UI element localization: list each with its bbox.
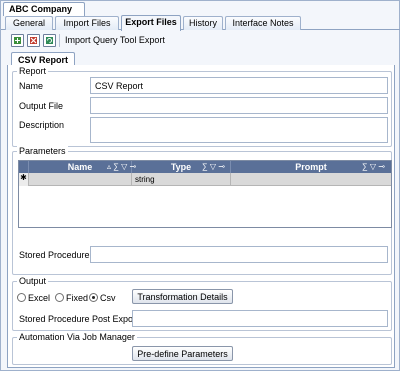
csv-radio[interactable]: [89, 293, 98, 302]
csv-report-panel: Report Name CSV Report Output File Descr…: [7, 65, 395, 368]
column-header-name[interactable]: Name ▵ ∑ ▽ ⊸: [29, 161, 136, 173]
grid-header: Name ▵ ∑ ▽ ⊸ Type ∑ ▽ ⊸ Prompt ∑ ▽ ⊸: [19, 161, 391, 173]
transformation-details-button[interactable]: Transformation Details: [132, 289, 233, 304]
output-file-label: Output File: [19, 101, 64, 111]
column-header-prompt[interactable]: Prompt ∑ ▽ ⊸: [231, 161, 391, 173]
new-row-icon: ✱: [19, 173, 29, 186]
description-label: Description: [19, 120, 65, 130]
cell-name[interactable]: [29, 173, 132, 186]
sub-tabs: CSV Report: [7, 51, 395, 67]
parameters-group-label: Parameters: [17, 146, 68, 156]
type-column-tools-icon[interactable]: ∑ ▽ ⊸: [202, 162, 225, 171]
excel-radio[interactable]: [17, 293, 26, 302]
main-tabs: General Import Files Export Files Histor…: [1, 15, 400, 31]
company-tab[interactable]: ABC Company: [3, 2, 85, 16]
tab-interface-notes[interactable]: Interface Notes: [225, 16, 301, 30]
column-type-label: Type: [170, 162, 192, 172]
main-window: ABC Company General Import Files Export …: [0, 0, 400, 371]
output-group: Output Excel Fixed Csv Transformation De…: [12, 276, 392, 331]
fixed-radio[interactable]: [55, 293, 64, 302]
csv-label[interactable]: Csv: [100, 293, 116, 303]
column-header-type[interactable]: Type ∑ ▽ ⊸: [132, 161, 231, 173]
prompt-column-tools-icon[interactable]: ∑ ▽ ⊸: [362, 162, 385, 171]
cell-type[interactable]: string: [132, 173, 231, 186]
description-field[interactable]: [90, 117, 388, 143]
automation-group-label: Automation Via Job Manager: [17, 332, 137, 342]
report-group: Report Name CSV Report Output File Descr…: [12, 66, 392, 147]
output-group-label: Output: [17, 276, 49, 286]
name-field[interactable]: CSV Report: [90, 77, 388, 94]
stored-procedure-label: Stored Procedure: [19, 250, 90, 260]
predefine-parameters-button[interactable]: Pre-define Parameters: [132, 346, 233, 361]
cell-prompt[interactable]: [231, 173, 391, 186]
refresh-icon[interactable]: [43, 34, 56, 47]
fixed-label[interactable]: Fixed: [66, 293, 88, 303]
toolbar-separator: [59, 34, 60, 47]
row-header-corner: [19, 161, 29, 173]
parameters-grid[interactable]: Name ▵ ∑ ▽ ⊸ Type ∑ ▽ ⊸ Prompt ∑ ▽ ⊸ ✱ s…: [18, 160, 392, 228]
tab-general[interactable]: General: [5, 16, 53, 30]
tab-history[interactable]: History: [183, 16, 223, 30]
stored-procedure-field[interactable]: [90, 246, 388, 263]
excel-label[interactable]: Excel: [28, 293, 50, 303]
table-row[interactable]: ✱ string: [19, 173, 391, 186]
tab-import-files[interactable]: Import Files: [55, 16, 119, 30]
output-file-field[interactable]: [90, 97, 388, 114]
import-query-tool-export[interactable]: Import Query Tool Export: [65, 35, 165, 45]
post-export-field[interactable]: [132, 310, 388, 327]
column-prompt-label: Prompt: [295, 162, 327, 172]
delete-icon[interactable]: [27, 34, 40, 47]
new-icon[interactable]: [11, 34, 24, 47]
tab-export-files[interactable]: Export Files: [121, 15, 181, 31]
column-name-label: Name: [67, 162, 93, 172]
report-group-label: Report: [17, 66, 49, 76]
name-label: Name: [19, 81, 44, 91]
parameters-group: Parameters Name ▵ ∑ ▽ ⊸ Type ∑ ▽ ⊸ Promp…: [12, 146, 392, 275]
post-export-label: Stored Procedure Post Export: [19, 314, 139, 324]
automation-group: Automation Via Job Manager Pre-define Pa…: [12, 332, 392, 365]
